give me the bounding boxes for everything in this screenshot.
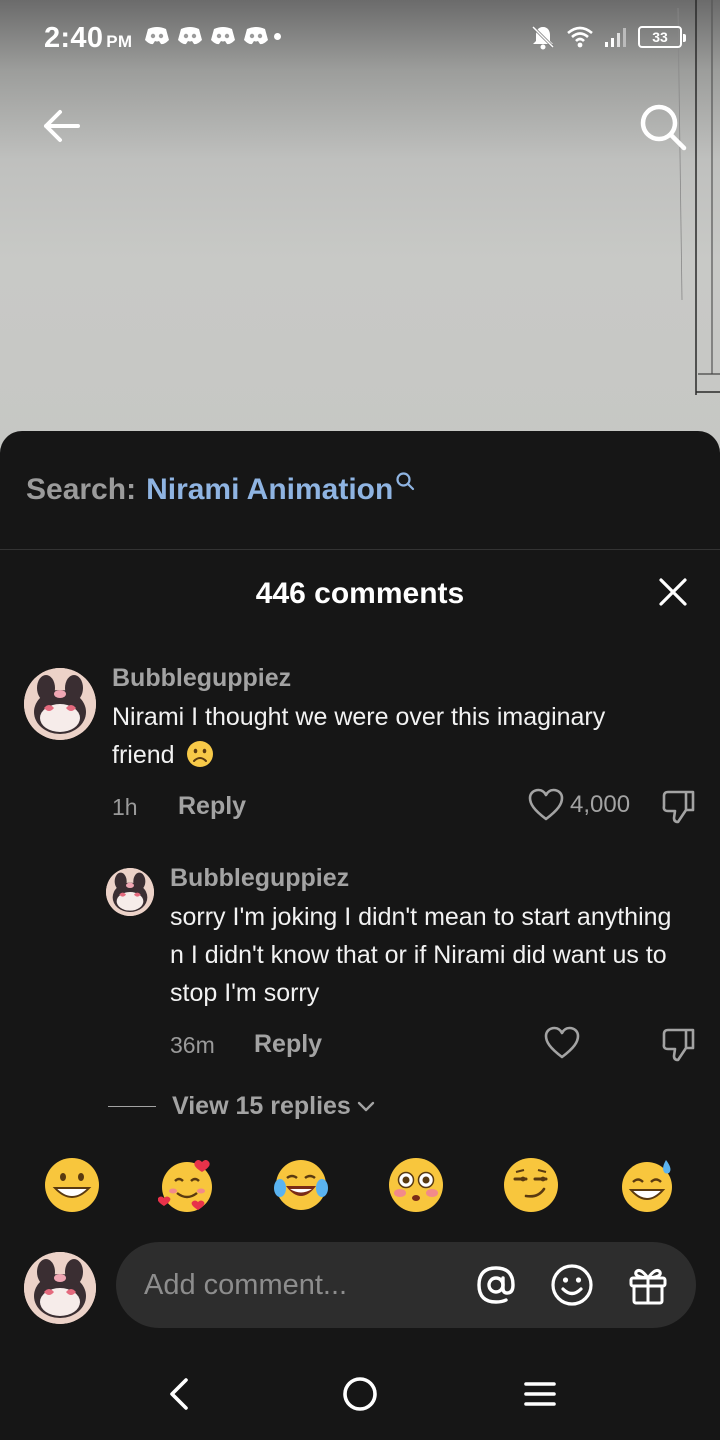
comment-text: Nirami I thought we were over this imagi…	[112, 703, 606, 769]
search-suggestion-term[interactable]: Nirami Animation	[146, 473, 393, 507]
dislike-button[interactable]	[660, 1026, 698, 1064]
discord-icon	[178, 27, 202, 45]
reply-button[interactable]: Reply	[254, 1030, 322, 1059]
comments-count: 446 comments	[255, 577, 465, 610]
dislike-button[interactable]	[660, 788, 698, 826]
current-user-avatar	[24, 1252, 96, 1324]
notification-icons	[144, 26, 281, 46]
dot-icon	[274, 32, 281, 40]
top-search-button[interactable]	[636, 100, 690, 154]
avatar[interactable]	[24, 668, 96, 740]
nav-home-icon[interactable]	[338, 1372, 382, 1416]
reply-button[interactable]: Reply	[178, 792, 246, 821]
close-button[interactable]	[654, 573, 692, 611]
wifi-icon	[567, 26, 593, 48]
system-navigation-bar	[0, 1350, 720, 1440]
discord-icon	[145, 27, 169, 45]
search-icon	[396, 472, 415, 491]
search-suggestion-prefix: Search:	[26, 473, 137, 506]
status-bar: 2:40 PM 33	[0, 0, 720, 76]
like-button[interactable]	[544, 1026, 580, 1060]
status-time: 2:40 PM	[44, 22, 133, 54]
system-icons: 33	[530, 24, 686, 50]
like-count: 4,000	[570, 791, 631, 818]
comment-time: 1h	[112, 794, 138, 820]
comment-composer	[116, 1242, 696, 1328]
heart-icon	[544, 1026, 580, 1059]
search-icon	[640, 104, 687, 151]
nav-back-icon[interactable]	[158, 1372, 202, 1416]
comment-username[interactable]: Bubbleguppiez	[112, 664, 291, 693]
nav-menu-icon[interactable]	[518, 1372, 562, 1416]
like-button[interactable]: 4,000	[528, 788, 630, 822]
discord-icon	[244, 27, 268, 45]
back-button[interactable]	[36, 100, 88, 152]
signal-icon	[605, 28, 626, 47]
discord-icon	[211, 27, 235, 45]
thumbs-down-icon	[662, 790, 695, 824]
battery-icon: 33	[638, 26, 686, 48]
grinning-face-emoji-icon[interactable]	[43, 1156, 101, 1214]
avatar[interactable]	[106, 868, 154, 916]
add-comment-input[interactable]	[144, 1242, 464, 1328]
mute-bell-icon	[531, 25, 555, 50]
gift-icon[interactable]	[626, 1263, 670, 1307]
emoji-icon[interactable]	[550, 1263, 594, 1307]
smiling-face-with-hearts-emoji-icon[interactable]	[158, 1156, 216, 1214]
divider	[0, 549, 720, 550]
face-with-tears-of-joy-emoji-icon[interactable]	[272, 1156, 330, 1214]
heart-icon	[528, 788, 564, 821]
comment-username[interactable]: Bubbleguppiez	[170, 864, 349, 893]
close-icon	[659, 578, 687, 606]
arrow-left-icon	[44, 110, 80, 142]
at-icon[interactable]	[474, 1263, 518, 1307]
view-replies-label: View 15 replies	[172, 1092, 351, 1120]
divider	[108, 1106, 156, 1107]
search-suggestion[interactable]: Search: Nirami Animation	[26, 472, 415, 507]
view-replies-button[interactable]: View 15 replies	[108, 1092, 375, 1121]
comment-text: sorry I'm joking I didn't mean to start …	[170, 903, 672, 1007]
comment-time: 36m	[170, 1032, 215, 1058]
thumbs-down-icon	[662, 1028, 695, 1062]
chevron-down-icon	[357, 1101, 375, 1111]
grinning-face-with-sweat-emoji-icon[interactable]	[618, 1156, 676, 1214]
smirking-face-emoji-icon[interactable]	[502, 1156, 560, 1214]
flushed-face-emoji-icon[interactable]	[387, 1156, 445, 1214]
emoji-quick-row	[0, 1156, 720, 1218]
frowning-face-emoji-icon	[186, 741, 213, 767]
